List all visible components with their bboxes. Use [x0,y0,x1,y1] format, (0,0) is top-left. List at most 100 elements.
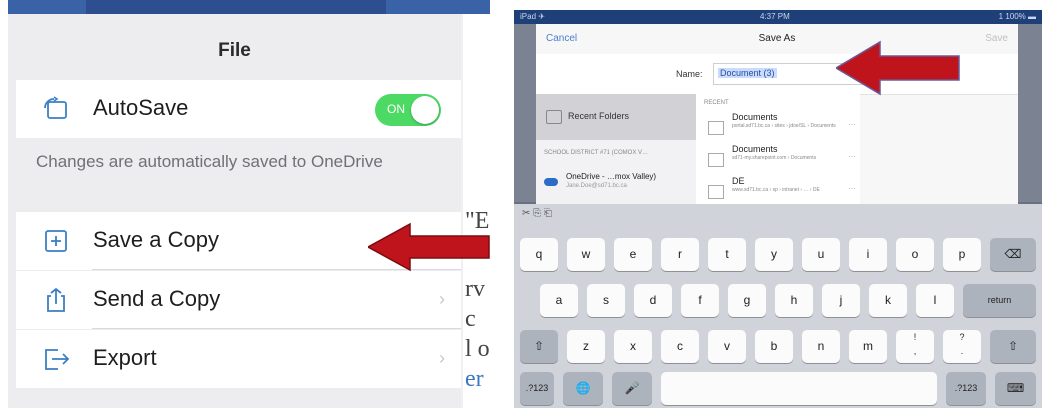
numbers-key-right[interactable]: .?123 [946,372,986,405]
onedrive-name: OneDrive - …mox Valley) [566,172,657,181]
key-k[interactable]: k [869,284,907,317]
doc-text-fragment: c [465,306,476,332]
autosave-note: Changes are automatically saved to OneDr… [36,152,383,171]
onscreen-keyboard: ✂ ⎘ ⎗ q w e r t y u i o p ⌫ a s d f g h … [514,204,1042,408]
key-u[interactable]: u [802,238,840,271]
backspace-key[interactable]: ⌫ [990,238,1036,271]
onedrive-email: Jane.Doe@sd71.bc.ca [566,183,627,189]
shift-key-right[interactable]: ⇧ [990,330,1036,363]
share-icon [47,287,65,312]
list-item[interactable]: DE www.sd71.bc.ca › sp › intranet › … › … [704,176,860,206]
key-z[interactable]: z [567,330,605,363]
toggle-knob [411,96,439,124]
numbers-key[interactable]: .?123 [520,372,554,405]
locations-sidebar: Recent Folders SCHOOL DISTRICT #71 (COMO… [536,94,697,204]
save-a-copy-label: Save a Copy [93,227,219,252]
onedrive-cloud-icon [544,178,558,186]
key-t[interactable]: t [708,238,746,271]
return-key[interactable]: return [963,284,1036,317]
red-arrow-pointer [836,40,960,96]
folder-name: Documents [732,112,778,122]
recent-folders-item[interactable]: Recent Folders [536,94,696,140]
key-s[interactable]: s [587,284,625,317]
name-label: Name: [676,69,703,79]
status-time: 4:37 PM [760,12,790,21]
autosave-toggle[interactable]: ON [375,94,441,126]
district-header: SCHOOL DISTRICT #71 (COMOX V… [544,150,649,156]
name-input-value: Document (3) [718,68,777,78]
key-m[interactable]: m [849,330,887,363]
key-x[interactable]: x [614,330,652,363]
save-as-screenshot: iPad ✈ 4:37 PM 1 100% ▬ Cancel Save As S… [514,10,1042,408]
clock-icon [546,110,562,124]
key-j[interactable]: j [822,284,860,317]
key-v[interactable]: v [708,330,746,363]
folder-icon [708,121,724,135]
file-menu-screenshot: "E rv c l o er File AutoSave ON Changes … [8,0,490,408]
key-a[interactable]: a [540,284,578,317]
doc-text-fragment: er [465,366,484,392]
key-question-period[interactable]: ? . [943,330,981,363]
key-g[interactable]: g [728,284,766,317]
key-i[interactable]: i [849,238,887,271]
send-a-copy-button[interactable]: Send a Copy › [16,271,461,329]
toggle-on-text: ON [387,102,405,116]
more-icon[interactable]: ··· [848,184,856,193]
status-battery: 1 100% ▬ [998,12,1036,21]
folder-icon [708,153,724,167]
folder-name: DE [732,176,745,186]
list-item[interactable]: Documents portal.sd71.bc.ca › sites › jd… [704,112,860,142]
key-n[interactable]: n [802,330,840,363]
key-p[interactable]: p [943,238,981,271]
key-h[interactable]: h [775,284,813,317]
autosave-label: AutoSave [93,95,189,120]
status-bar: iPad ✈ 4:37 PM 1 100% ▬ [514,10,1042,24]
space-key[interactable] [661,372,937,405]
status-left: iPad ✈ [520,12,545,21]
background-document: "E rv c l o er [463,14,490,408]
onedrive-account-item[interactable]: OneDrive - …mox Valley) Jane.Doe@sd71.bc… [544,170,694,200]
key-w[interactable]: w [567,238,605,271]
key-l[interactable]: l [916,284,954,317]
chevron-right-icon: › [439,289,445,309]
recent-header: RECENT [704,100,729,106]
divider [92,328,461,329]
hide-keyboard-key[interactable]: ⌨ [995,372,1036,405]
folder-path: portal.sd71.bc.ca › sites › jdoe/SL › Do… [732,123,836,129]
folder-name: Documents [732,144,778,154]
popover-tab [86,0,386,14]
key-r[interactable]: r [661,238,699,271]
save-copy-icon [45,230,67,252]
folder-path: www.sd71.bc.ca › sp › intranet › … › DE [732,187,820,193]
shift-key[interactable]: ⇧ [520,330,558,363]
popover-title: File [218,40,251,61]
folder-path: sd71-my.sharepoint.com › Documents [732,155,817,161]
folder-icon [708,185,724,199]
microphone-key[interactable]: 🎤 [612,372,652,405]
more-icon[interactable]: ··· [848,120,856,129]
keyboard-shortcut-tools[interactable]: ✂ ⎘ ⎗ [522,208,552,219]
export-icon [45,349,70,370]
key-c[interactable]: c [661,330,699,363]
key-b[interactable]: b [755,330,793,363]
key-exclaim-comma[interactable]: ! , [896,330,934,363]
recent-list: RECENT Documents portal.sd71.bc.ca › sit… [696,94,860,204]
recent-folders-label: Recent Folders [568,111,630,121]
key-d[interactable]: d [634,284,672,317]
more-icon[interactable]: ··· [848,152,856,161]
key-q[interactable]: q [520,238,558,271]
key-y[interactable]: y [755,238,793,271]
export-button[interactable]: Export › [16,330,461,388]
send-a-copy-label: Send a Copy [93,286,221,311]
autosave-icon [44,96,67,119]
list-item[interactable]: Documents sd71-my.sharepoint.com › Docum… [704,144,860,174]
save-button[interactable]: Save [985,33,1008,44]
export-label: Export [93,345,157,370]
key-f[interactable]: f [681,284,719,317]
key-e[interactable]: e [614,238,652,271]
globe-key[interactable]: 🌐 [563,372,603,405]
file-popover: File AutoSave ON Changes are automatical… [8,14,461,408]
top-bar [8,0,490,14]
key-o[interactable]: o [896,238,934,271]
autosave-row: AutoSave ON [16,80,461,138]
